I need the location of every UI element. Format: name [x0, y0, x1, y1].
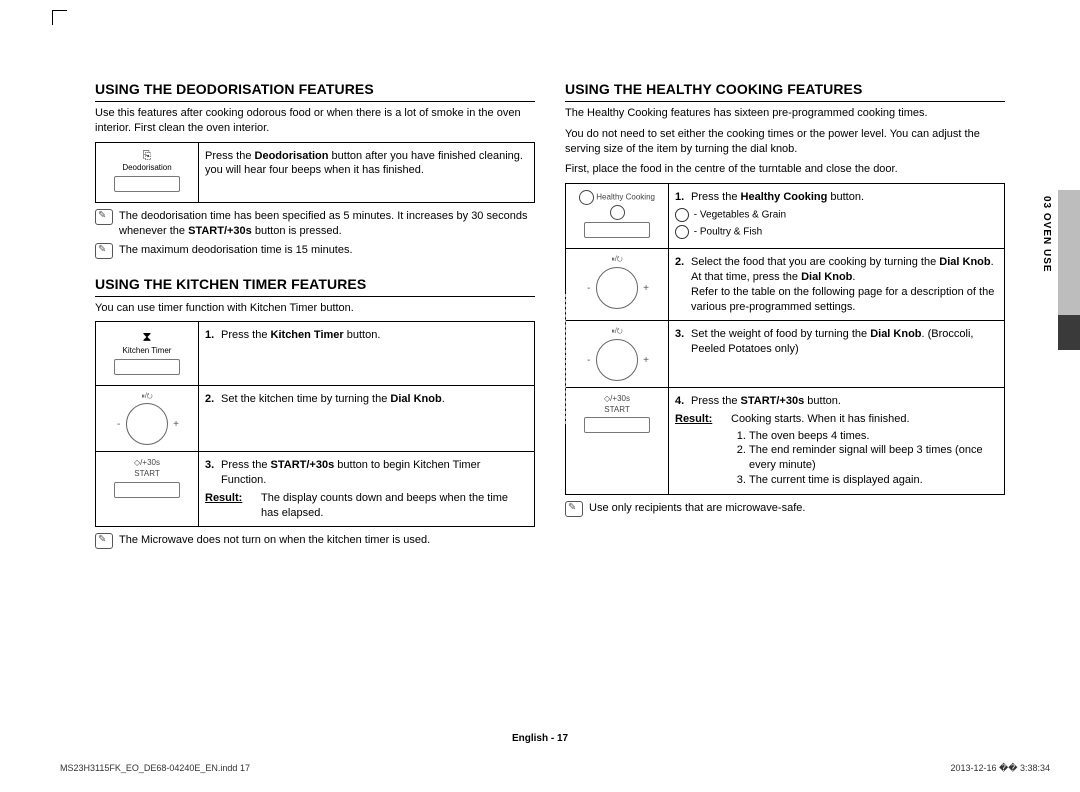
- table-row: ⧗ Kitchen Timer 1.Press the Kitchen Time…: [96, 322, 535, 385]
- dial-knob-icon: ⏸/⭮: [566, 321, 669, 387]
- note-deodor-time: The deodorisation time has been specifie…: [95, 209, 535, 239]
- heading-healthy-cooking: USING THE HEALTHY COOKING FEATURES: [565, 80, 1005, 102]
- right-column: USING THE HEALTHY COOKING FEATURES The H…: [565, 80, 1005, 732]
- note-microwave-safe: Use only recipients that are microwave-s…: [565, 501, 1005, 517]
- section-tab: [1058, 190, 1080, 350]
- note-timer-microwave: The Microwave does not turn on when the …: [95, 533, 535, 549]
- table-row: ◇/+30s START 3.Press the START/+30s butt…: [96, 452, 535, 527]
- table-row: ⏸/⭮ 2.Select the food that you are cooki…: [566, 249, 1005, 321]
- print-footer: MS23H3115FK_EO_DE68-04240E_EN.indd 17 20…: [60, 763, 1050, 774]
- step-text: 2.Select the food that you are cooking b…: [669, 249, 1005, 321]
- footer-file: MS23H3115FK_EO_DE68-04240E_EN.indd 17: [60, 763, 250, 774]
- hc-table: Healthy Cooking 1.Press the Healthy Cook…: [565, 183, 1005, 495]
- result-item: The end reminder signal will beep 3 time…: [749, 443, 998, 473]
- cut-line-icon: [565, 294, 566, 424]
- hc-category-poultry: - Poultry & Fish: [675, 225, 998, 239]
- step-text: 2.Set the kitchen time by turning the Di…: [199, 385, 535, 451]
- table-row: ⏸/⭮ 2.Set the kitchen time by turning th…: [96, 385, 535, 451]
- timer-table: ⧗ Kitchen Timer 1.Press the Kitchen Time…: [95, 321, 535, 527]
- start-button-icon: ◇/+30s START: [566, 387, 669, 494]
- icon-label: Kitchen Timer: [102, 346, 192, 357]
- hc-intro-3: First, place the food in the centre of t…: [565, 162, 1005, 177]
- dial-knob-icon: ⏸/⭮: [96, 385, 199, 451]
- step-text: 4.Press the START/+30s button. Result: C…: [669, 387, 1005, 494]
- note-text: Use only recipients that are microwave-s…: [589, 501, 805, 516]
- table-row: ⎘ Deodorisation Press the Deodorisation …: [96, 142, 535, 202]
- note-icon: [565, 501, 583, 517]
- note-icon: [95, 533, 113, 549]
- heading-deodorisation: USING THE DEODORISATION FEATURES: [95, 80, 535, 102]
- heading-kitchen-timer: USING THE KITCHEN TIMER FEATURES: [95, 275, 535, 297]
- hc-category-veg: - Vegetables & Grain: [675, 208, 998, 222]
- note-icon: [95, 209, 113, 225]
- bold: Deodorisation: [255, 150, 329, 162]
- left-column: USING THE DEODORISATION FEATURES Use thi…: [95, 80, 535, 732]
- step-text: 3.Set the weight of food by turning the …: [669, 321, 1005, 387]
- note-deodor-max: The maximum deodorisation time is 15 min…: [95, 243, 535, 259]
- healthy-cooking-icon: Healthy Cooking: [566, 184, 669, 249]
- deodor-instruction: Press the Deodorisation button after you…: [199, 142, 535, 202]
- crop-mark-icon: [52, 10, 67, 25]
- table-row: Healthy Cooking 1.Press the Healthy Cook…: [566, 184, 1005, 249]
- icon-label: Deodorisation: [102, 163, 192, 174]
- footer-timestamp: 2013-12-16 �� 3:38:34: [950, 763, 1050, 774]
- step-text: 1.Press the Healthy Cooking button. - Ve…: [669, 184, 1005, 249]
- note-text: The maximum deodorisation time is 15 min…: [119, 243, 353, 258]
- page-number: English - 17: [0, 733, 1080, 744]
- result-label: Result:: [675, 413, 712, 425]
- result-label: Result:: [205, 492, 242, 504]
- note-text: The deodorisation time has been specifie…: [119, 209, 535, 239]
- kitchen-timer-icon: ⧗ Kitchen Timer: [96, 322, 199, 385]
- start-button-icon: ◇/+30s START: [96, 452, 199, 527]
- result-item: The oven beeps 4 times.: [749, 429, 998, 444]
- deodor-button-icon: ⎘ Deodorisation: [96, 142, 199, 202]
- step-text: 3.Press the START/+30s button to begin K…: [199, 452, 535, 527]
- timer-intro: You can use timer function with Kitchen …: [95, 301, 535, 316]
- result-text: Cooking starts. When it has finished. Th…: [731, 412, 998, 488]
- text: Press the: [205, 150, 255, 162]
- result-item: The current time is displayed again.: [749, 473, 998, 488]
- note-text: The Microwave does not turn on when the …: [119, 533, 430, 548]
- dial-knob-icon: ⏸/⭮: [566, 249, 669, 321]
- result-text: The display counts down and beeps when t…: [261, 491, 528, 521]
- table-row: ◇/+30s START 4.Press the START/+30s butt…: [566, 387, 1005, 494]
- note-icon: [95, 243, 113, 259]
- content-area: USING THE DEODORISATION FEATURES Use thi…: [95, 80, 1050, 732]
- hc-intro-1: The Healthy Cooking features has sixteen…: [565, 106, 1005, 121]
- deodor-table: ⎘ Deodorisation Press the Deodorisation …: [95, 142, 535, 203]
- hc-intro-2: You do not need to set either the cookin…: [565, 127, 1005, 157]
- manual-page: 03 OVEN USE USING THE DEODORISATION FEAT…: [0, 0, 1080, 792]
- step-text: 1.Press the Kitchen Timer button.: [199, 322, 535, 385]
- deodor-intro: Use this features after cooking odorous …: [95, 106, 535, 136]
- table-row: ⏸/⭮ 3.Set the weight of food by turning …: [566, 321, 1005, 387]
